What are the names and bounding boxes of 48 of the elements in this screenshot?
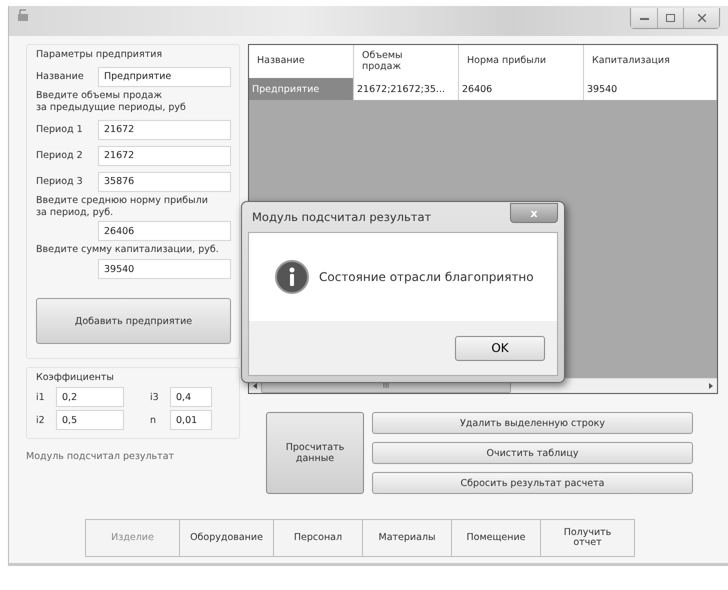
hint-text: Введите объемы продаж за предыдущие периоды, руб	[36, 90, 187, 114]
period-field[interactable]: 21672	[98, 146, 231, 166]
group-title: Коэффициенты	[36, 372, 115, 384]
close-icon	[698, 14, 706, 22]
name-field[interactable]: Предприятие	[98, 66, 231, 87]
nav-button[interactable]: Персонал	[273, 519, 363, 557]
coefficient-field[interactable]: 0,5	[56, 410, 124, 430]
field-label: Период 1	[36, 124, 84, 136]
field-label: Период 2	[36, 150, 84, 162]
hint-text: Введите сумму капитализации, руб.	[36, 244, 220, 256]
action-button[interactable]: Очистить таблицу	[372, 442, 693, 464]
capitalization-field[interactable]: 39540	[98, 259, 231, 280]
coefficient-field[interactable]: 0,01	[170, 410, 212, 430]
dialog-message: Состояние отрасли благоприятно	[319, 270, 534, 284]
period-field[interactable]: 21672	[98, 120, 231, 140]
nav-button[interactable]: Получить отчет	[540, 519, 635, 557]
nav-button[interactable]: Материалы	[362, 519, 452, 557]
field-label: Период 3	[36, 176, 84, 188]
action-button[interactable]: Сбросить результат расчета	[372, 472, 693, 494]
table-cell[interactable]: Предприятие	[249, 78, 354, 100]
dialog-title: Модуль подсчитал результат	[252, 210, 432, 224]
table-cell[interactable]: 26406	[459, 78, 584, 100]
coefficient-label: n	[150, 414, 158, 426]
group-title: Параметры предприятия	[36, 49, 164, 61]
status-text: Модуль подсчитал результат	[26, 451, 176, 463]
nav-button[interactable]: Помещение	[451, 519, 541, 557]
nav-button[interactable]: Оборудование	[179, 519, 274, 557]
table-cell[interactable]: 39540	[584, 78, 717, 100]
hint-text: Введите среднюю норму прибыли за период, руб.	[36, 194, 209, 218]
table-cell[interactable]: 21672;21672;35...	[354, 78, 459, 100]
coefficient-label: i1	[36, 392, 46, 403]
coefficient-field[interactable]: 0,4	[170, 387, 212, 408]
maximize-button[interactable]	[657, 8, 683, 28]
ok-button[interactable]: OK	[455, 336, 545, 360]
app-icon	[17, 8, 29, 22]
coefficient-label: i3	[150, 392, 160, 403]
calculate-button[interactable]: Просчитать данные	[266, 412, 364, 494]
coefficient-label: i2	[36, 414, 46, 426]
field-label: Название	[36, 71, 85, 82]
close-button[interactable]	[683, 8, 719, 28]
action-button[interactable]: Удалить выделенную строку	[372, 412, 693, 434]
add-enterprise-button[interactable]: Добавить предприятие	[36, 298, 231, 344]
info-icon	[275, 260, 309, 294]
minimize-button[interactable]	[631, 8, 657, 28]
profit-field[interactable]: 26406	[98, 221, 231, 242]
maximize-icon	[666, 14, 675, 22]
coefficient-field[interactable]: 0,2	[56, 387, 124, 408]
period-field[interactable]: 35876	[98, 172, 231, 192]
